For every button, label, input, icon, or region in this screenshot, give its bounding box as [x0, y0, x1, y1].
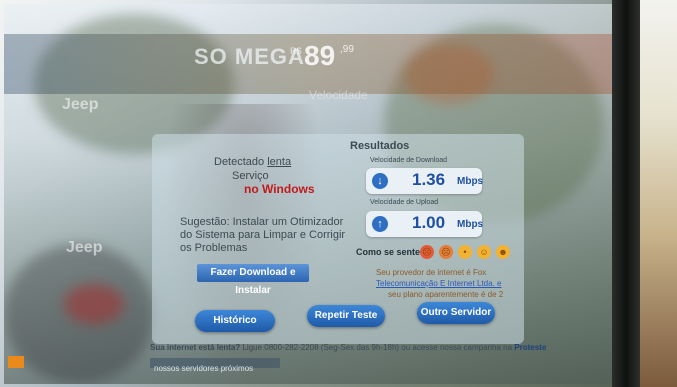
problem-line2: Serviço — [232, 170, 269, 182]
banner-price: 89 — [304, 40, 336, 71]
banner-cents: ,99 — [340, 44, 354, 55]
emoji-happy-icon[interactable]: ☻ — [496, 245, 510, 259]
upload-label: Velocidade de Upload — [370, 199, 439, 206]
footer-line: Sua internet está lenta? Ligue 0800-282-… — [150, 343, 546, 352]
download-arrow-icon: ↓ — [372, 173, 388, 189]
footer-contact: Ligue 0800-282-2208 — [242, 343, 319, 352]
suggestion-line2: do Sistema para Limpar e Corrigir — [180, 229, 346, 241]
photo-scene: SO MEGA R$ 89 ,99 Velocidade Jeep Jeep D… — [0, 0, 677, 387]
results-heading: Resultados — [350, 140, 410, 152]
download-speed-box: ↓ 1.36 Mbps — [366, 168, 484, 194]
footer-hours: (Seg-Sex das 9h-18h) ou acesse nossa cam… — [320, 343, 513, 352]
provider-line3: seu plano aparentemente é de 2 — [388, 290, 504, 299]
emoji-neutral-icon[interactable]: • — [458, 245, 472, 259]
banner-subtitle: Velocidade — [309, 88, 368, 102]
feel-label: Como se sente? — [356, 247, 426, 257]
retest-button[interactable]: Repetir Teste — [307, 305, 385, 327]
provider-line2[interactable]: Telecomunicação E Internet Ltda. e — [376, 279, 501, 288]
history-button[interactable]: Histórico — [195, 310, 275, 332]
suggestion-line1: Sugestão: Instalar um Otimizador — [180, 216, 344, 228]
banner-currency: R$ — [290, 46, 302, 56]
background-logo-b: Jeep — [66, 239, 103, 256]
problem-alert: no Windows — [244, 182, 315, 196]
download-install-button[interactable]: Fazer Download e Instalar — [197, 264, 309, 296]
outside-background — [640, 0, 677, 387]
upload-arrow-icon: ↑ — [372, 216, 388, 232]
bottom-tab[interactable]: nossos servidores próximos — [150, 358, 280, 373]
footer-question: Sua internet está lenta? — [150, 343, 241, 352]
footer-link[interactable]: Proteste — [514, 343, 546, 352]
lenta-link[interactable]: lenta — [267, 156, 291, 168]
download-value: 1.36 — [412, 170, 446, 189]
emoji-smile-icon[interactable]: ☺ — [477, 245, 491, 259]
upload-unit: Mbps — [457, 219, 484, 230]
other-server-button[interactable]: Outro Servidor — [417, 302, 495, 324]
banner-brand: SO MEGA — [194, 44, 305, 69]
download-unit: Mbps — [457, 176, 484, 187]
upload-speed-box: ↑ 1.00 Mbps — [366, 211, 484, 237]
orange-marker — [8, 356, 24, 368]
provider-line1: Seu provedor de internet é Fox — [376, 268, 487, 277]
emoji-angry-icon[interactable]: ☹ — [420, 245, 434, 259]
problem-line1: Detectado lenta — [214, 156, 292, 168]
emoji-sad-icon[interactable]: ☹ — [439, 245, 453, 259]
download-label: Velocidade de Download — [370, 157, 448, 164]
suggestion-line3: os Problemas — [180, 242, 248, 254]
upload-value: 1.00 — [412, 213, 446, 232]
monitor-bezel — [612, 0, 640, 387]
background-logo-a: Jeep — [62, 96, 99, 113]
monitor-screen: SO MEGA R$ 89 ,99 Velocidade Jeep Jeep D… — [4, 4, 616, 384]
